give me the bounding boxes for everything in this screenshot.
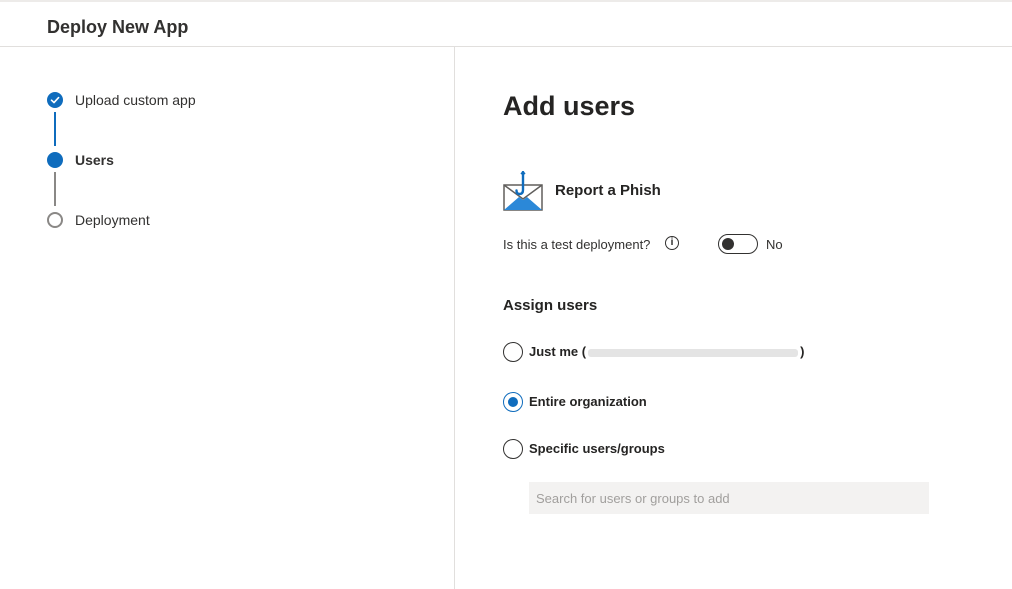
report-phish-envelope-icon <box>503 170 543 211</box>
step-connector <box>54 172 56 206</box>
toggle-knob <box>722 238 734 250</box>
redacted-email <box>588 348 799 357</box>
step-label: Users <box>75 152 114 168</box>
radio-label-entire-organization: Entire organization <box>529 394 647 409</box>
app-name: Report a Phish <box>555 182 661 199</box>
radio-button[interactable] <box>503 392 523 412</box>
pending-step-icon <box>47 212 63 228</box>
header: Deploy New App <box>0 2 1012 47</box>
just-me-suffix: ) <box>800 344 805 359</box>
radio-label-specific-users-groups: Specific users/groups <box>529 441 665 456</box>
radio-label-just-me: Just me () <box>529 344 804 359</box>
just-me-prefix: Just me ( <box>529 344 587 359</box>
current-step-icon <box>47 152 63 168</box>
toggle-state-label: No <box>766 237 783 252</box>
radio-button[interactable] <box>503 342 523 362</box>
page-header-title: Deploy New App <box>47 17 189 37</box>
checkmark-icon <box>47 92 63 108</box>
main-content: Add users Report a Phish Is this a test … <box>455 47 1012 589</box>
step-label: Deployment <box>75 212 150 228</box>
step-connector <box>54 112 56 146</box>
info-icon[interactable]: i <box>665 236 679 250</box>
test-deployment-label: Is this a test deployment? <box>503 237 651 252</box>
step-label: Upload custom app <box>75 92 196 108</box>
search-users-input[interactable] <box>529 482 929 514</box>
page-title: Add users <box>503 91 636 121</box>
test-deployment-toggle[interactable] <box>718 234 758 254</box>
wizard-steps-pane: Upload custom app Users Deployment <box>0 47 455 589</box>
radio-button[interactable] <box>503 439 523 459</box>
assign-users-title: Assign users <box>503 297 598 314</box>
